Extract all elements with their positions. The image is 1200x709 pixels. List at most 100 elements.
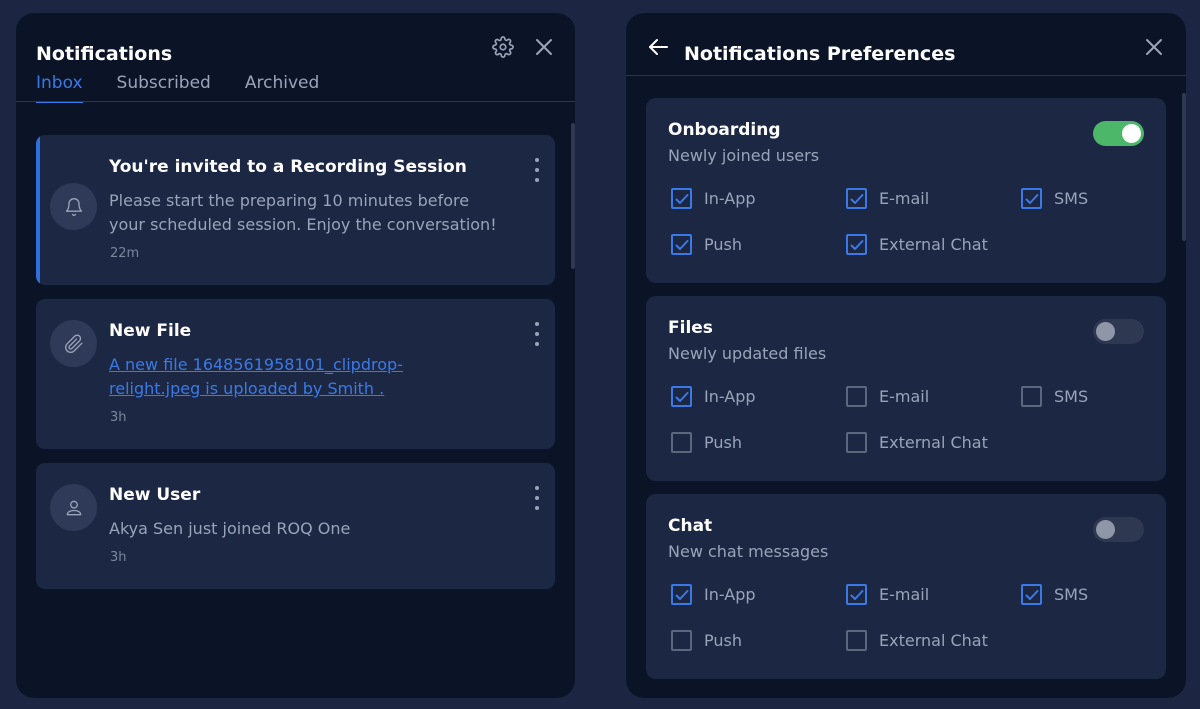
bell-icon — [65, 197, 82, 216]
checkbox-e-mail[interactable]: E-mail — [846, 386, 929, 407]
checkbox-box[interactable] — [671, 234, 692, 255]
preferences-panel: Notifications Preferences Onboarding Newl… — [626, 13, 1186, 698]
checkbox-box[interactable] — [1021, 386, 1042, 407]
checkbox-label: External Chat — [879, 235, 988, 254]
toggle-knob — [1096, 322, 1115, 341]
close-icon — [1146, 39, 1162, 55]
toggle-knob — [1096, 520, 1115, 539]
checkbox-external-chat[interactable]: External Chat — [846, 630, 988, 651]
checkbox-sms[interactable]: SMS — [1021, 188, 1088, 209]
tabs-divider — [16, 101, 575, 102]
pref-section-files: Files Newly updated files In-App E-mail SMS P… — [646, 296, 1166, 481]
checkbox-label: E-mail — [879, 585, 930, 604]
checkbox-in-app[interactable]: In-App — [671, 584, 756, 605]
section-subtitle: New chat messages — [668, 542, 829, 561]
checkbox-label: Push — [704, 433, 742, 452]
tab-bar: Inbox Subscribed Archived — [36, 71, 353, 103]
toggle-switch[interactable] — [1093, 517, 1144, 542]
more-options-button[interactable] — [529, 322, 545, 346]
notification-avatar — [50, 320, 97, 367]
check-icon — [675, 589, 688, 600]
checkbox-label: In-App — [704, 585, 756, 604]
notification-title: New File — [109, 321, 192, 341]
checkbox-box[interactable] — [846, 630, 867, 651]
check-icon — [1025, 589, 1038, 600]
checkbox-push[interactable]: Push — [671, 234, 742, 255]
checkbox-box[interactable] — [846, 234, 867, 255]
notification-time: 3h — [110, 410, 127, 425]
panel-title: Notifications Preferences — [684, 43, 956, 65]
notification-title: You're invited to a Recording Session — [109, 157, 467, 177]
toggle-switch[interactable] — [1093, 121, 1144, 146]
notification-body: Please start the preparing 10 minutes be… — [109, 191, 497, 234]
close-button[interactable] — [531, 34, 557, 60]
close-button[interactable] — [1141, 34, 1167, 60]
check-icon — [850, 589, 863, 600]
tab-inbox[interactable]: Inbox — [36, 71, 83, 103]
section-subtitle: Newly joined users — [668, 146, 820, 165]
checkbox-sms[interactable]: SMS — [1021, 584, 1088, 605]
unread-indicator — [36, 135, 40, 285]
settings-button[interactable] — [490, 34, 516, 60]
checkbox-external-chat[interactable]: External Chat — [846, 432, 988, 453]
notification-card[interactable]: New File A new file 1648561958101_clipdr… — [36, 299, 555, 449]
checkbox-box[interactable] — [671, 584, 692, 605]
notification-time: 22m — [110, 246, 140, 261]
checkbox-label: In-App — [704, 387, 756, 406]
checkbox-box[interactable] — [846, 584, 867, 605]
notifications-panel: Notifications Inbox Subscribed Archived … — [16, 13, 575, 698]
checkbox-label: Push — [704, 631, 742, 650]
checkbox-sms[interactable]: SMS — [1021, 386, 1088, 407]
checkbox-box[interactable] — [671, 386, 692, 407]
checkbox-box[interactable] — [846, 188, 867, 209]
check-icon — [1025, 193, 1038, 204]
back-button[interactable] — [646, 35, 670, 59]
check-icon — [850, 193, 863, 204]
panel-title: Notifications — [36, 43, 173, 65]
more-options-button[interactable] — [529, 486, 545, 510]
scrollbar[interactable] — [1182, 93, 1186, 241]
toggle-knob — [1122, 124, 1141, 143]
checkbox-box[interactable] — [846, 432, 867, 453]
checkbox-label: External Chat — [879, 433, 988, 452]
checkbox-box[interactable] — [1021, 188, 1042, 209]
checkbox-label: E-mail — [879, 189, 930, 208]
file-link[interactable]: A new file 1648561958101_clipdrop-religh… — [109, 355, 403, 398]
checkbox-label: In-App — [704, 189, 756, 208]
section-title: Files — [668, 318, 713, 338]
checkbox-label: SMS — [1054, 387, 1089, 406]
check-icon — [675, 391, 688, 402]
checkbox-box[interactable] — [671, 630, 692, 651]
checkbox-external-chat[interactable]: External Chat — [846, 234, 988, 255]
checkbox-box[interactable] — [671, 432, 692, 453]
checkbox-box[interactable] — [1021, 584, 1042, 605]
checkbox-label: SMS — [1054, 189, 1089, 208]
check-icon — [675, 193, 688, 204]
scrollbar[interactable] — [571, 123, 575, 269]
checkbox-in-app[interactable]: In-App — [671, 188, 756, 209]
checkbox-box[interactable] — [671, 188, 692, 209]
tab-subscribed[interactable]: Subscribed — [117, 71, 211, 101]
checkbox-label: Push — [704, 235, 742, 254]
checkbox-push[interactable]: Push — [671, 630, 742, 651]
pref-section-onboarding: Onboarding Newly joined users In-App E-mail… — [646, 98, 1166, 283]
close-icon — [536, 39, 552, 55]
paperclip-icon — [64, 334, 83, 353]
checkbox-e-mail[interactable]: E-mail — [846, 584, 929, 605]
checkbox-e-mail[interactable]: E-mail — [846, 188, 929, 209]
notification-body: Akya Sen just joined ROQ One — [109, 519, 351, 538]
check-icon — [850, 239, 863, 250]
notification-card[interactable]: New User Akya Sen just joined ROQ One 3h — [36, 463, 555, 589]
more-options-button[interactable] — [529, 158, 545, 182]
notification-avatar — [50, 183, 97, 230]
checkbox-label: E-mail — [879, 387, 930, 406]
tab-archived[interactable]: Archived — [245, 71, 319, 101]
checkbox-push[interactable]: Push — [671, 432, 742, 453]
section-title: Chat — [668, 516, 713, 536]
notification-card[interactable]: You're invited to a Recording Session Pl… — [36, 135, 555, 285]
checkbox-label: External Chat — [879, 631, 988, 650]
checkbox-box[interactable] — [846, 386, 867, 407]
gear-icon — [492, 36, 514, 58]
toggle-switch[interactable] — [1093, 319, 1144, 344]
checkbox-in-app[interactable]: In-App — [671, 386, 756, 407]
